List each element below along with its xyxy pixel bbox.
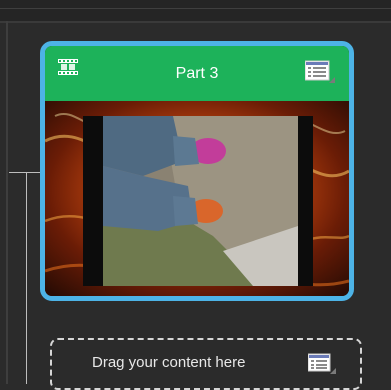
video-frame (83, 116, 313, 286)
left-timeline-rail (6, 21, 8, 384)
part-card[interactable]: Part 3 (40, 41, 354, 301)
list-menu-icon[interactable] (304, 60, 335, 84)
dropzone-label: Drag your content here (92, 354, 246, 371)
content-dropzone[interactable]: Drag your content here (50, 338, 362, 390)
connector-horizontal (9, 172, 41, 173)
top-divider (0, 8, 391, 9)
connector-vertical (26, 172, 27, 384)
card-title: Part 3 (175, 65, 219, 82)
card-header: Part 3 (45, 46, 349, 101)
video-still (103, 116, 298, 286)
video-thumbnail[interactable] (45, 101, 349, 296)
list-menu-icon[interactable] (307, 353, 336, 375)
top-band (0, 0, 391, 23)
